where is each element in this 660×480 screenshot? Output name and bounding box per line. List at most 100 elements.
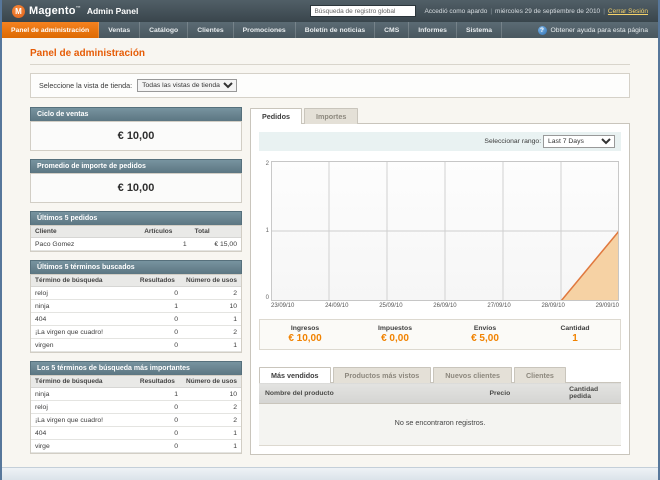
search-term: 404 [31,312,136,326]
column-header: Total [190,226,241,238]
top-search-terms-box: Los 5 términos de búsqueda más important… [30,361,242,454]
global-search-input[interactable] [310,5,417,17]
nav-item-sales[interactable]: Ventas [99,22,141,38]
title-divider [30,64,630,65]
grid-tabs: Más vendidos Productos más vistos Nuevos… [259,367,621,383]
nav-item-reports[interactable]: Informes [409,22,457,38]
orders-chart-svg [271,161,619,301]
chart-x-labels: 23/09/10 24/09/10 25/09/10 26/09/10 27/09/10… [271,303,619,309]
right-column: Pedidos Importes Seleccionar rango: Last… [250,107,630,455]
last-search-terms-box: Últimos 5 términos buscados Término de b… [30,260,242,353]
magento-logo: M Magento™ Admin Panel [12,4,138,18]
tab-most-viewed[interactable]: Productos más vistos [332,367,432,383]
column-header: Número de usos [182,275,241,287]
uses: 2 [182,325,241,339]
orders-chart: 210 23/09/10 24/09/10 25/09/10 26/09/10 27/0… [259,161,619,309]
search-term: reloj [31,286,136,300]
range-label: Seleccionar rango: [484,138,542,145]
get-help-link[interactable]: ? Obtener ayuda para esta página [528,22,659,38]
search-term: virgen [31,338,136,352]
search-term: reloj [31,400,136,414]
divider: | [603,7,605,15]
store-view-label: Seleccione la vista de tienda: [39,81,133,90]
table-row[interactable]: reloj 0 2 [31,400,241,414]
divider: | [490,7,493,15]
top-search-terms-table: Término de búsqueda Resultados Número de… [31,376,241,453]
results: 0 [135,413,183,427]
header-bar: M Magento™ Admin Panel Accedió como apar… [2,0,658,22]
stat-shipping: Envíos € 5,00 [471,325,499,344]
table-row[interactable]: reloj 0 2 [31,286,241,300]
header-user-info: Accedió como apardo | miércoles 29 de sept… [424,8,648,15]
range-bar: Seleccionar rango: Last 7 Days [259,132,621,151]
customer-name: Paco Gomez [31,237,141,251]
footer-band [2,467,658,480]
search-term: ¡La virgen que cuadro! [31,325,136,339]
order-total: € 15,00 [190,237,241,251]
column-header: Nombre del producto [259,382,484,404]
results: 1 [135,299,183,313]
stat-quantity: Cantidad 1 [560,325,590,344]
stat-tax: Impuestos € 0,00 [378,325,412,344]
stat-revenue: Ingresos € 10,00 [288,325,322,344]
uses: 1 [182,439,241,453]
uses: 10 [182,387,241,401]
nav-item-cms[interactable]: CMS [375,22,410,38]
column-header: Término de búsqueda [31,376,136,388]
tab-bestsellers[interactable]: Más vendidos [259,367,331,383]
left-column: Ciclo de ventas € 10,00 Promedio de impo… [30,107,242,462]
dashboard-panel: Seleccionar rango: Last 7 Days 210 23/09… [250,123,630,455]
trademark-icon: ™ [75,5,81,12]
nav-item-catalog[interactable]: Catálogo [140,22,189,38]
nav-item-newsletter[interactable]: Boletín de noticias [296,22,376,38]
tab-new-customers[interactable]: Nuevos clientes [433,367,512,383]
dashboard-columns: Ciclo de ventas € 10,00 Promedio de impo… [30,107,630,462]
column-header: Precio [483,382,564,404]
last-orders-title: Últimos 5 pedidos [30,211,242,225]
table-row[interactable]: virgen 0 1 [31,338,241,352]
average-orders-title: Promedio de importe de pedidos [30,159,242,173]
chart-area: 23/09/10 24/09/10 25/09/10 26/09/10 27/09/10… [271,161,619,309]
range-select[interactable]: Last 7 Days [543,135,615,148]
results: 0 [135,338,183,352]
table-row[interactable]: ninja 1 10 [31,387,241,401]
table-row[interactable]: 404 0 1 [31,426,241,440]
column-header: Resultados [135,376,183,388]
results: 0 [135,325,183,339]
table-row[interactable]: Paco Gomez 1 € 15,00 [31,237,241,251]
nav-item-system[interactable]: Sistema [457,22,503,38]
top-search-terms-title: Los 5 términos de búsqueda más important… [30,361,242,375]
page-content: Panel de administración Seleccione la vi… [2,38,658,467]
store-view-select[interactable]: Todas las vistas de tienda [137,79,238,92]
tab-customers[interactable]: Clientes [513,367,566,383]
nav-item-customers[interactable]: Clientes [188,22,234,38]
table-row[interactable]: ninja 1 10 [31,299,241,313]
results: 0 [135,426,183,440]
nav-item-promotions[interactable]: Promociones [234,22,296,38]
lifetime-sales-title: Ciclo de ventas [30,107,242,121]
table-row[interactable]: ¡La virgen que cuadro! 0 2 [31,325,241,339]
average-orders-value: € 10,00 [117,182,155,194]
logout-link[interactable]: Cerrar Sesión [608,8,648,15]
uses: 1 [182,338,241,352]
page-title: Panel de administración [30,48,146,59]
logged-in-as: Accedió como apardo [424,7,488,15]
bestsellers-table: Nombre del producto Precio Cantidad pedi… [259,382,621,446]
tab-orders[interactable]: Pedidos [250,108,302,124]
tab-amounts[interactable]: Importes [303,108,359,124]
column-header: Cantidad pedida [563,382,621,404]
table-row[interactable]: 404 0 1 [31,312,241,326]
column-header: Número de usos [182,376,241,388]
table-row[interactable]: ¡La virgen que cuadro! 0 2 [31,413,241,427]
chart-tabs: Pedidos Importes [250,108,630,124]
chart-y-labels: 210 [265,161,269,301]
lifetime-sales-value: € 10,00 [117,130,155,142]
table-row[interactable]: virge 0 1 [31,439,241,453]
nav-item-dashboard[interactable]: Panel de administración [2,22,100,38]
empty-records-message: No se encontraron registros. [259,403,621,446]
search-term: ¡La virgen que cuadro! [31,413,136,427]
uses: 10 [182,299,241,313]
search-term: 404 [31,426,136,440]
last-orders-table: Cliente Artículos Total Paco Gomez 1 € 1… [31,226,241,251]
last-orders-box: Últimos 5 pedidos Cliente Artículos Tota… [30,211,242,252]
